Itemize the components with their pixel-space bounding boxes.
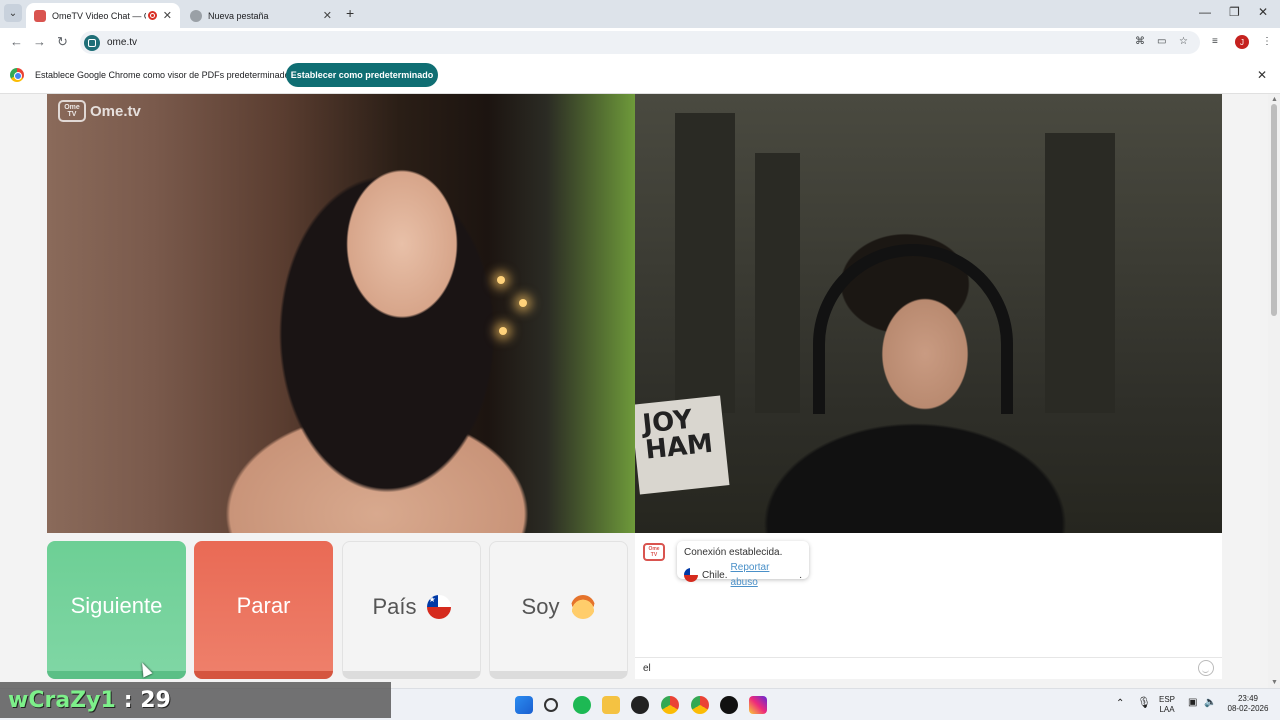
background-building [1045, 133, 1115, 413]
country-label: País [372, 593, 417, 619]
page-scrollbar[interactable]: ▲ ▼ [1268, 94, 1280, 688]
clock-date: 08-02-2026 [1227, 704, 1269, 713]
url-text: ome.tv [107, 37, 138, 48]
close-tab-icon[interactable]: ✕ [163, 9, 172, 22]
search-icon[interactable] [544, 698, 558, 712]
chile-flag-icon [684, 568, 698, 582]
boy-face-icon [571, 594, 596, 619]
lang-bottom: LAA [1159, 705, 1175, 714]
profile-avatar[interactable]: J [1235, 35, 1249, 49]
ometv-brand-text: Ome.tv [90, 102, 141, 120]
chat-input-value: el [643, 663, 651, 674]
clock[interactable]: 23:49 08-02-2026 [1226, 694, 1270, 714]
self-video: JOY HAM [635, 94, 1222, 533]
system-message: Conexión establecida. Chile. Reportar ab… [677, 541, 809, 588]
translate-icon[interactable]: ⌘ [1135, 36, 1145, 47]
tray-chevron-icon[interactable]: ⌃ [1116, 699, 1124, 709]
report-suffix: . [799, 569, 802, 581]
default-pdf-infobar: Establece Google Chrome como visor de PD… [0, 57, 1280, 94]
media-control-icon[interactable]: ≡ [1212, 36, 1218, 47]
lang-top: ESP [1159, 695, 1176, 704]
chile-flag-icon: ★ [426, 594, 451, 619]
obs-icon[interactable] [720, 696, 738, 714]
emoji-icon[interactable] [1198, 660, 1214, 676]
instagram-icon[interactable] [749, 696, 767, 714]
ometv-watermark: Ome TV Ome.tv [58, 100, 141, 122]
street-light [499, 327, 507, 335]
stop-label: Parar [236, 593, 291, 618]
stop-button[interactable]: Parar [194, 541, 333, 679]
chrome-profile-icon[interactable] [691, 696, 709, 714]
next-label: Siguiente [70, 593, 163, 618]
new-tab-button[interactable]: + [346, 5, 354, 21]
tab-new[interactable]: Nueva pestaña ✕ [182, 3, 340, 28]
connection-status: Conexión establecida. [684, 547, 783, 558]
stranger-video [47, 94, 635, 533]
gender-button[interactable]: Soy [489, 541, 628, 679]
country-name: Chile. [701, 569, 728, 581]
scroll-thumb[interactable] [1271, 104, 1277, 316]
menu-kebab-icon[interactable]: ⋮ [1262, 36, 1272, 47]
overlay-nickname: wCraZy1 [8, 687, 116, 713]
tab-strip: ⌄ OmeTV Video Chat — Ome ✕ Nueva pestaña… [0, 0, 1280, 28]
clock-time: 23:49 [1237, 694, 1259, 703]
stream-overlay: wCraZy1 : 29 [0, 682, 391, 718]
chatgpt-icon[interactable] [631, 696, 649, 714]
windows-start-icon[interactable] [515, 696, 533, 714]
chrome-favicon-icon [190, 9, 202, 22]
ometv-tv-icon: Ome TV [58, 100, 86, 122]
pillow: JOY HAM [635, 395, 730, 495]
report-abuse-link[interactable]: Reportar abuso [731, 560, 800, 590]
next-button[interactable]: Siguiente [47, 541, 186, 679]
background-building [675, 113, 735, 413]
street-light [497, 276, 505, 284]
chat-input[interactable]: el [635, 657, 1222, 679]
reload-icon[interactable]: ↻ [57, 34, 68, 50]
tab-title: OmeTV Video Chat — Ome [52, 10, 146, 21]
network-icon[interactable]: ▣ [1188, 698, 1197, 708]
tab-search-button[interactable]: ⌄ [4, 4, 22, 22]
gender-label: Soy [521, 593, 560, 619]
site-info-icon[interactable] [84, 34, 100, 51]
infobar-message: Establece Google Chrome como visor de PD… [35, 70, 290, 80]
close-window-icon[interactable]: ✕ [1258, 5, 1268, 19]
tab-title: Nueva pestaña [208, 10, 269, 21]
file-explorer-icon[interactable] [602, 696, 620, 714]
ometv-chat-logo-icon: Ome TV [643, 543, 665, 561]
overlay-score: : 29 [123, 687, 171, 713]
ometv-favicon-icon [34, 9, 46, 22]
close-tab-icon[interactable]: ✕ [323, 9, 332, 22]
country-button[interactable]: País ★ [342, 541, 481, 679]
tab-ometv[interactable]: OmeTV Video Chat — Ome ✕ [26, 3, 180, 28]
headphones [813, 244, 1013, 414]
chat-panel: Ome TV Conexión establecida. Chile. Repo… [635, 533, 1222, 657]
address-bar[interactable]: ome.tv [80, 31, 1200, 54]
back-icon[interactable]: ← [10, 34, 23, 49]
set-default-button[interactable]: Establecer como predeterminado [286, 63, 438, 87]
background-building [755, 153, 800, 413]
pillow-text: JOY HAM [641, 404, 715, 466]
volume-icon[interactable]: 🔈 [1204, 698, 1216, 708]
cast-icon[interactable]: ▭ [1157, 36, 1166, 47]
close-infobar-icon[interactable]: ✕ [1257, 68, 1267, 82]
street-light [519, 299, 527, 307]
bookmark-star-icon[interactable]: ☆ [1179, 36, 1188, 47]
microphone-icon[interactable]: 🎙 [1137, 698, 1151, 709]
scroll-down-icon[interactable]: ▼ [1271, 679, 1278, 686]
recording-icon [147, 11, 157, 20]
browser-toolbar: ← → ↻ ome.tv ⌘ ▭ ☆ ≡ ⋮ [0, 28, 1280, 57]
language-indicator[interactable]: ESP LAA [1159, 695, 1175, 715]
chevron-down-icon: ⌄ [8, 7, 18, 19]
scroll-up-icon[interactable]: ▲ [1271, 96, 1278, 103]
chrome-logo-icon [10, 68, 24, 82]
spotify-icon[interactable] [573, 696, 591, 714]
restore-icon[interactable]: ❐ [1229, 5, 1240, 19]
forward-icon[interactable]: → [33, 34, 46, 49]
chrome-icon[interactable] [661, 696, 679, 714]
minimize-icon[interactable]: — [1199, 5, 1211, 19]
